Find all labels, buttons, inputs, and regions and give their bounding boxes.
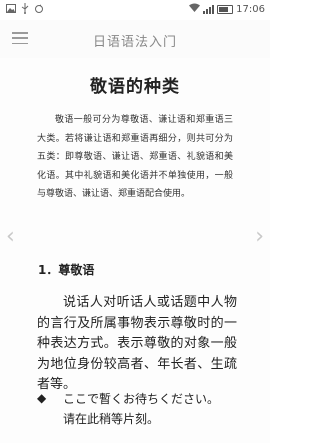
next-page-arrow-icon[interactable]: › [255,226,264,248]
sync-icon [34,4,44,17]
previous-page-arrow-icon[interactable]: ‹ [6,226,15,248]
example-japanese: ここで暫くお待ちください。 [63,392,220,406]
status-right-icons: 17:06 [189,3,265,15]
app-screen: 17:06 日语语法入门 敬语的种类 敬语一般可分为尊敬语、谦让语和郑重语三大类… [0,0,270,443]
article-title: 敬语的种类 [90,77,180,97]
section-title: 1．尊敬语 [38,263,95,277]
nav-title: 日语语法入门 [92,35,177,50]
usb-icon [21,3,29,17]
status-left-icons [6,3,44,17]
article-content: 敬语的种类 敬语一般可分为尊敬语、谦让语和郑重语三大类。若将谦让语和郑重语再细分… [0,58,270,443]
example-bullet-icon: ◆ [37,391,47,405]
wifi-icon [189,3,201,15]
section-body-paragraph: 说话人对听话人或话题中人物的言行及所属事物表示尊敬时的一种表达方式。表示尊敬的对… [37,295,237,392]
battery-icon [217,4,234,14]
example-translation: 请在此稍等片刻。 [63,412,160,426]
signal-icon [203,4,215,14]
intro-paragraph: 敬语一般可分为尊敬语、谦让语和郑重语三大类。若将谦让语和郑重语再细分，则共可分为… [37,115,233,199]
status-time: 17:06 [236,3,265,15]
top-nav-bar: 日语语法入门 [0,20,270,59]
image-icon [6,4,16,16]
status-bar: 17:06 [0,0,270,20]
